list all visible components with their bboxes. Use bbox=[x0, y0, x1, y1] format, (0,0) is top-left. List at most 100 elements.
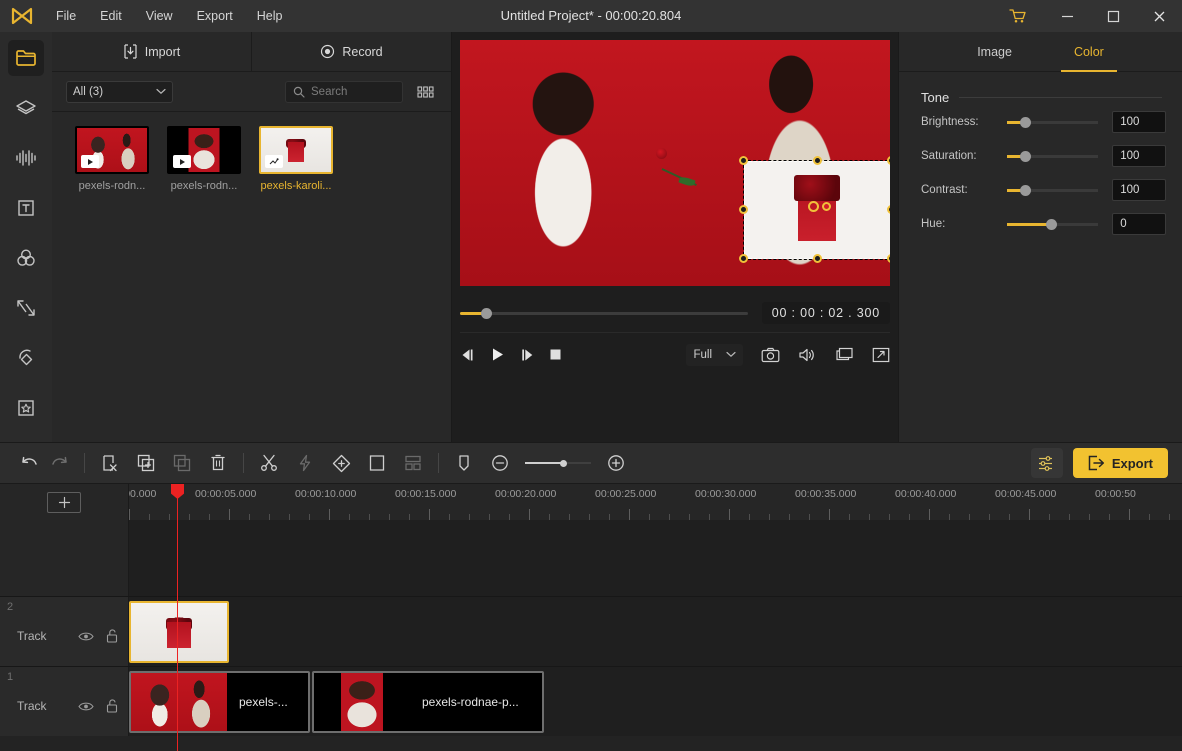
track-body-2[interactable] bbox=[129, 597, 1182, 666]
track-header-2[interactable]: 2 Track bbox=[0, 597, 129, 666]
brightness-slider[interactable] bbox=[1006, 116, 1099, 128]
track-header-1[interactable]: 1 Track bbox=[0, 667, 129, 736]
delete-button[interactable] bbox=[203, 448, 233, 478]
tab-import[interactable]: Import bbox=[52, 32, 251, 71]
previous-frame-button[interactable] bbox=[460, 348, 476, 362]
anchor-point-handle[interactable] bbox=[808, 201, 819, 212]
add-track-button[interactable] bbox=[47, 491, 81, 513]
stop-icon bbox=[550, 349, 561, 360]
timeline-clip-couple-black[interactable]: pexels-rodnae-p... bbox=[312, 671, 544, 733]
stop-button[interactable] bbox=[549, 348, 562, 361]
timeline-clip-envelope[interactable] bbox=[129, 601, 229, 663]
search-input[interactable]: Search bbox=[285, 80, 403, 103]
track-body-1[interactable]: pexels-... pexels-rodnae-p... bbox=[129, 667, 1182, 736]
keyframe-button[interactable] bbox=[326, 448, 356, 478]
preview-timecode[interactable]: 00 : 00 : 02 . 300 bbox=[761, 302, 890, 324]
media-item-1[interactable]: pexels-rodn... bbox=[158, 126, 250, 192]
saturation-value[interactable]: 100 bbox=[1112, 145, 1166, 167]
saturation-slider[interactable] bbox=[1006, 150, 1099, 162]
sidebar-item-filters[interactable] bbox=[8, 240, 44, 276]
media-filter-select[interactable]: All (3) bbox=[66, 80, 173, 103]
timeline-ruler[interactable]: 00:00:00.000 00:00:05.000 00:00:10.000 0… bbox=[129, 484, 1182, 520]
menu-edit[interactable]: Edit bbox=[88, 0, 134, 32]
menu-view[interactable]: View bbox=[134, 0, 185, 32]
menu-export[interactable]: Export bbox=[185, 0, 245, 32]
unlock-icon[interactable] bbox=[106, 699, 118, 713]
fullscreen-button[interactable] bbox=[872, 347, 890, 363]
resize-handle-middle-left[interactable] bbox=[739, 205, 748, 214]
undo-button[interactable] bbox=[14, 448, 44, 478]
volume-button[interactable] bbox=[798, 347, 817, 363]
menu-help[interactable]: Help bbox=[245, 0, 295, 32]
clip-label: pexels-rodnae-p... bbox=[422, 695, 519, 709]
minimize-button[interactable] bbox=[1044, 0, 1090, 32]
ruler-tick-major bbox=[229, 509, 230, 520]
grid-view-icon[interactable] bbox=[413, 80, 437, 104]
contrast-value[interactable]: 100 bbox=[1112, 179, 1166, 201]
playhead[interactable] bbox=[171, 484, 184, 751]
zoom-in-button[interactable] bbox=[601, 448, 631, 478]
pop-out-button[interactable] bbox=[835, 347, 854, 363]
tab-image[interactable]: Image bbox=[961, 32, 1028, 71]
resize-handle-bottom-right[interactable] bbox=[887, 254, 890, 263]
sidebar-item-effects[interactable] bbox=[8, 390, 44, 426]
resize-handle-middle-right[interactable] bbox=[887, 205, 890, 214]
media-item-2[interactable]: pexels-karoli... bbox=[250, 126, 342, 192]
upper-region: Import Record All (3) Search pexels-rodn… bbox=[0, 32, 1182, 442]
sidebar-item-text[interactable] bbox=[8, 190, 44, 226]
trash-icon bbox=[211, 454, 225, 471]
preview-seek-slider[interactable] bbox=[460, 307, 748, 319]
resize-handle-top-center[interactable] bbox=[813, 156, 822, 165]
split-screen-button[interactable] bbox=[398, 448, 428, 478]
timeline-zoom-slider[interactable] bbox=[525, 459, 591, 467]
maximize-button[interactable] bbox=[1090, 0, 1136, 32]
sidebar-item-audio[interactable] bbox=[8, 140, 44, 176]
eye-icon[interactable] bbox=[78, 701, 94, 712]
crop-button[interactable] bbox=[95, 448, 125, 478]
eye-icon[interactable] bbox=[78, 631, 94, 642]
contrast-slider[interactable] bbox=[1006, 184, 1099, 196]
hue-slider[interactable] bbox=[1006, 218, 1099, 230]
store-cart-icon[interactable] bbox=[992, 0, 1044, 32]
marker-button[interactable] bbox=[449, 448, 479, 478]
next-frame-button[interactable] bbox=[519, 348, 535, 362]
sidebar-item-transitions[interactable] bbox=[8, 290, 44, 326]
preview-stage[interactable] bbox=[460, 40, 890, 286]
resize-handle-top-right[interactable] bbox=[887, 156, 890, 165]
add-to-timeline-button[interactable] bbox=[131, 448, 161, 478]
rotate-handle[interactable] bbox=[822, 202, 831, 211]
ruler-label-10: 00:00:50 bbox=[1095, 488, 1136, 500]
resize-handle-bottom-center[interactable] bbox=[813, 254, 822, 263]
ruler-tick-major bbox=[329, 509, 330, 520]
tab-record[interactable]: Record bbox=[251, 32, 451, 71]
split-button[interactable] bbox=[254, 448, 284, 478]
menu-file[interactable]: File bbox=[44, 0, 88, 32]
sidebar-item-overlays[interactable] bbox=[8, 340, 44, 376]
hue-value[interactable]: 0 bbox=[1112, 213, 1166, 235]
copy-button[interactable] bbox=[167, 448, 197, 478]
resize-handle-top-left[interactable] bbox=[739, 156, 748, 165]
sidebar-item-media[interactable] bbox=[8, 40, 44, 76]
snapshot-button[interactable] bbox=[761, 347, 780, 363]
preview-seek-thumb[interactable] bbox=[480, 307, 492, 319]
timeline-clip-couple-red[interactable]: pexels-... bbox=[129, 671, 310, 733]
close-button[interactable] bbox=[1136, 0, 1182, 32]
unlock-icon[interactable] bbox=[106, 629, 118, 643]
brightness-value[interactable]: 100 bbox=[1112, 111, 1166, 133]
speed-button[interactable] bbox=[290, 448, 320, 478]
color-circles-icon bbox=[17, 249, 35, 266]
export-button[interactable]: Export bbox=[1072, 448, 1168, 478]
quality-select[interactable]: Full bbox=[686, 343, 743, 366]
resize-handle-bottom-left[interactable] bbox=[739, 254, 748, 263]
tab-color[interactable]: Color bbox=[1058, 32, 1120, 72]
export-settings-button[interactable] bbox=[1030, 448, 1063, 478]
play-button[interactable] bbox=[490, 347, 505, 362]
play-icon bbox=[493, 348, 503, 361]
sidebar-item-stickers[interactable] bbox=[8, 90, 44, 126]
mask-button[interactable] bbox=[362, 448, 392, 478]
zoom-out-button[interactable] bbox=[485, 448, 515, 478]
tone-section-header: Tone bbox=[899, 72, 1182, 105]
playback-controls bbox=[460, 347, 562, 362]
media-item-0[interactable]: pexels-rodn... bbox=[66, 126, 158, 192]
redo-button[interactable] bbox=[44, 448, 74, 478]
